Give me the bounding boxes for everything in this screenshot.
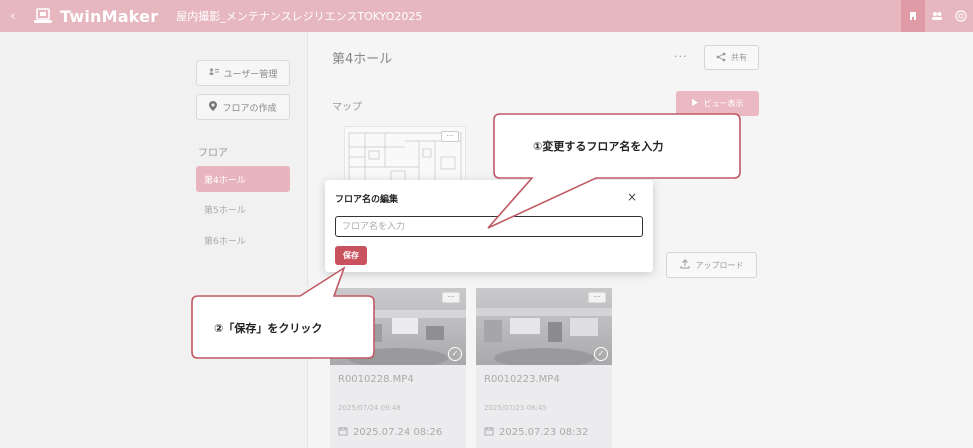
project-title: 屋内撮影_メンテナンスレジリエンスTOKYO2025 — [176, 10, 423, 23]
globe-icon[interactable] — [949, 0, 973, 32]
floor-item-6[interactable]: 第6ホール — [196, 227, 290, 253]
create-floor-label: フロアの作成 — [222, 103, 277, 114]
card-more-button[interactable]: ··· — [442, 292, 460, 303]
twinmaker-logo-icon — [32, 7, 54, 25]
map-section-label: マップ — [332, 102, 362, 113]
sidebar: ユーザー管理 フロアの作成 フロア 第4ホール 第5ホール 第6ホール — [0, 32, 308, 448]
check-circle-icon[interactable]: ✓ — [594, 347, 608, 361]
video-upload-date: 2025/07/24 09:48 — [338, 404, 401, 412]
building-icon[interactable] — [901, 0, 925, 32]
view-display-button[interactable]: ビュー表示 — [676, 91, 759, 116]
share-label: 共有 — [731, 53, 747, 62]
video-upload-date: 2025/07/23 08:45 — [484, 404, 547, 412]
dialog-title: フロア名の編集 — [335, 195, 399, 205]
map-more-button[interactable]: ··· — [441, 131, 459, 142]
user-management-button[interactable]: ユーザー管理 — [196, 60, 290, 86]
save-button[interactable]: 保存 — [335, 246, 367, 265]
video-card[interactable]: ··· ✓ R0010223.MP4 2025/07/23 08:45 2025… — [476, 288, 612, 448]
video-thumbnail: ··· ✓ — [476, 288, 612, 365]
floor-item-5[interactable]: 第5ホール — [196, 196, 290, 222]
callout-step-2: ②「保存」をクリック — [214, 322, 323, 335]
more-options-button[interactable]: ··· — [674, 50, 688, 63]
create-floor-button[interactable]: フロアの作成 — [196, 94, 290, 120]
floor-map-thumbnail[interactable]: ··· — [344, 126, 466, 188]
page-title: 第4ホール — [332, 52, 393, 67]
calendar-icon — [484, 426, 494, 439]
video-filename: R0010223.MP4 — [484, 374, 560, 385]
video-filename: R0010228.MP4 — [338, 374, 414, 385]
play-icon — [691, 99, 698, 108]
floor-name-input[interactable] — [335, 216, 643, 237]
user-list-icon — [209, 67, 219, 79]
app-header: ‹ TwinMaker 屋内撮影_メンテナンスレジリエンスTOKYO2025 — [0, 0, 973, 32]
header-actions — [901, 0, 973, 32]
edit-floor-name-dialog: フロア名の編集 × 保存 — [325, 180, 653, 272]
calendar-icon — [338, 426, 348, 439]
video-capture-date: 2025.07.23 08:32 — [499, 427, 589, 438]
video-capture-date: 2025.07.24 08:26 — [353, 427, 443, 438]
floor-item-4[interactable]: 第4ホール — [196, 166, 290, 192]
users-icon[interactable] — [925, 0, 949, 32]
back-chevron-icon[interactable]: ‹ — [0, 9, 26, 24]
card-more-button[interactable]: ··· — [588, 292, 606, 303]
share-icon — [716, 52, 726, 64]
video-date-row: 2025.07.24 08:26 — [338, 426, 442, 439]
video-card[interactable]: ··· ✓ R0010228.MP4 2025/07/24 09:48 2025… — [330, 288, 466, 448]
floor-heading: フロア — [198, 148, 228, 159]
upload-label: アップロード — [695, 260, 744, 270]
brand-name: TwinMaker — [60, 6, 159, 26]
location-pin-icon — [209, 100, 218, 114]
user-management-label: ユーザー管理 — [223, 69, 278, 80]
upload-button[interactable]: アップロード — [666, 252, 757, 278]
share-button[interactable]: 共有 — [704, 45, 759, 70]
video-thumbnail: ··· ✓ — [330, 288, 466, 365]
video-date-row: 2025.07.23 08:32 — [484, 426, 588, 439]
check-circle-icon[interactable]: ✓ — [448, 347, 462, 361]
close-icon[interactable]: × — [627, 190, 637, 204]
view-display-label: ビュー表示 — [703, 99, 744, 108]
callout-step-1: ①変更するフロア名を入力 — [533, 140, 664, 153]
upload-icon — [680, 259, 690, 271]
